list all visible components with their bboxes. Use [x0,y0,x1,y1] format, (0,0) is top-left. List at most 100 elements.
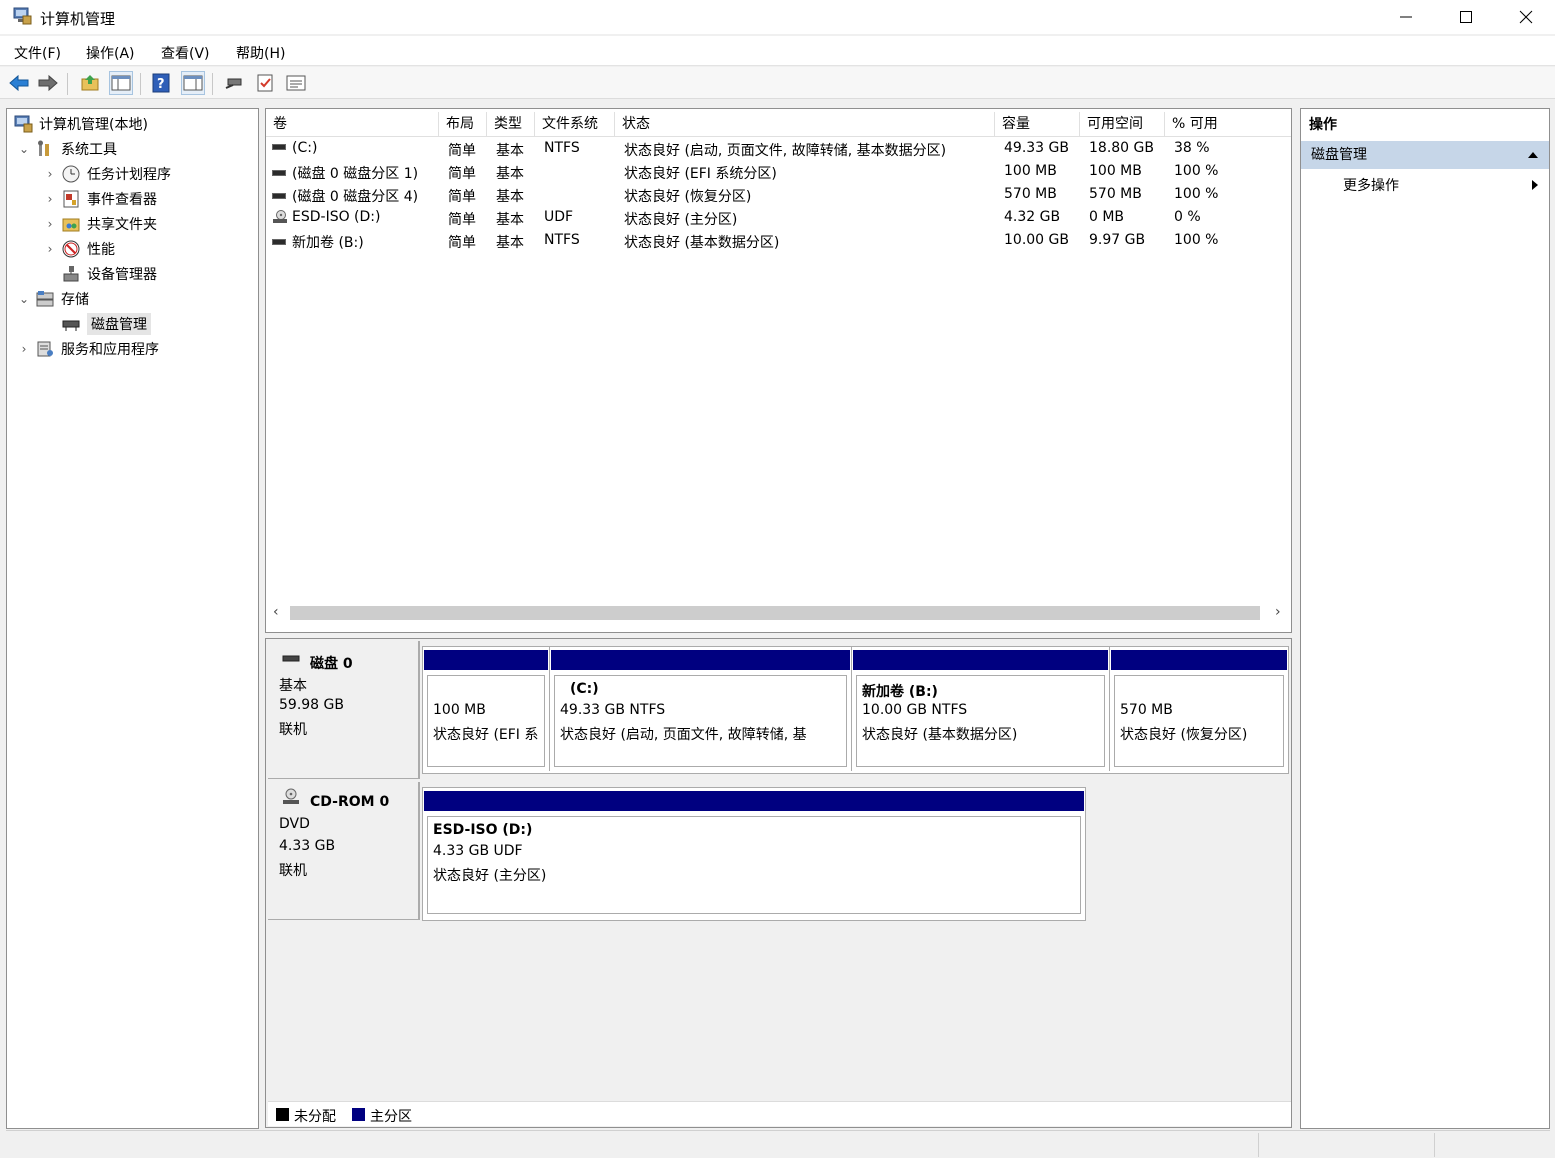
partition-recovery[interactable]: 570 MB 状态良好 (恢复分区) [1110,647,1288,771]
tree-item-task-scheduler[interactable]: › 任务计划程序 [43,162,171,186]
column-header-percent-free[interactable]: % 可用 [1165,112,1291,137]
partition-status: 状态良好 (EFI 系 [433,727,539,743]
minimize-button[interactable] [1376,0,1436,34]
legend-swatch-unallocated [276,1108,289,1121]
show-actions-button[interactable] [181,71,205,95]
cdrom-0-type: DVD [279,816,310,832]
tree-label: 存储 [61,292,89,308]
tree-item-device-manager[interactable]: 设备管理器 [61,262,157,286]
column-header-free-space[interactable]: 可用空间 [1080,112,1165,137]
cdrom-0-label[interactable]: CD-ROM 0 DVD 4.33 GB 联机 [268,782,420,920]
scrollbar-thumb[interactable] [290,606,1260,620]
properties-button[interactable] [253,71,277,95]
tree-label: 任务计划程序 [87,167,171,183]
volume-layout: 简单 [448,235,476,251]
tree-item-performance[interactable]: › 性能 [43,237,115,261]
volume-fs: NTFS [544,232,580,248]
menu-view[interactable]: 查看(V) [161,43,210,63]
volume-free: 9.97 GB [1089,232,1146,248]
partition-efi[interactable]: 100 MB 状态良好 (EFI 系 [423,647,550,771]
volume-status: 状态良好 (启动, 页面文件, 故障转储, 基本数据分区) [624,143,947,159]
tools-icon [38,140,49,156]
tree-item-root[interactable]: 计算机管理(本地) [13,112,148,136]
up-folder-icon [81,75,99,91]
cd-drive-icon [283,788,299,804]
back-button[interactable] [7,71,31,95]
tree-item-storage[interactable]: ⌄ 存储 [17,287,89,311]
menu-file[interactable]: 文件(F) [14,43,61,63]
more-actions-item[interactable]: 更多操作 [1343,175,1399,195]
tree-item-shared-folders[interactable]: › 共享文件夹 [43,212,157,236]
chevron-down-icon[interactable]: ⌄ [17,292,31,306]
table-row[interactable]: (C:) 简单 基本 NTFS 状态良好 (启动, 页面文件, 故障转储, 基本… [266,138,1291,161]
chevron-right-icon[interactable]: › [43,242,57,256]
column-header-volume[interactable]: 卷 [266,112,439,137]
partition-bar [853,650,1108,670]
volume-status: 状态良好 (主分区) [624,212,738,228]
table-row[interactable]: 新加卷 (B:) 简单 基本 NTFS 状态良好 (基本数据分区) 10.00 … [266,230,1291,253]
disk-0-type: 基本 [279,678,307,694]
menu-action[interactable]: 操作(A) [86,43,135,63]
column-header-layout[interactable]: 布局 [439,112,487,137]
partition-b[interactable]: 新加卷 (B:) 10.00 GB NTFS 状态良好 (基本数据分区) [852,647,1110,771]
menu-bar: 文件(F) 操作(A) 查看(V) 帮助(H) [0,36,1555,66]
disk-icon [282,655,300,662]
connect-button[interactable] [222,71,246,95]
show-tree-button[interactable] [109,71,133,95]
show-tree-icon [111,75,131,91]
partition-c[interactable]: (C:) 49.33 GB NTFS 状态良好 (启动, 页面文件, 故障转储,… [550,647,852,771]
legend-label-primary: 主分区 [370,1109,412,1125]
column-header-type[interactable]: 类型 [487,112,535,137]
collapse-up-icon[interactable] [1527,151,1539,159]
table-row[interactable]: (磁盘 0 磁盘分区 4) 简单 基本 状态良好 (恢复分区) 570 MB 5… [266,184,1291,207]
actions-pane: 操作 磁盘管理 更多操作 [1300,108,1550,1129]
partition-box: 570 MB 状态良好 (恢复分区) [1114,675,1284,767]
legend-label-unallocated: 未分配 [294,1109,336,1125]
column-header-filesystem[interactable]: 文件系统 [535,112,615,137]
table-row[interactable]: (磁盘 0 磁盘分区 1) 简单 基本 状态良好 (EFI 系统分区) 100 … [266,161,1291,184]
chevron-right-icon[interactable]: › [43,167,57,181]
close-button[interactable] [1496,0,1555,34]
disk-0-label[interactable]: 磁盘 0 基本 59.98 GB 联机 [268,641,420,779]
partition-bar [1111,650,1287,670]
chevron-right-icon[interactable]: › [17,342,31,356]
scroll-left-icon[interactable]: ‹ [273,604,279,620]
volume-icon [272,169,286,176]
actions-section-disk-management[interactable]: 磁盘管理 [1301,141,1549,169]
forward-button[interactable] [36,71,60,95]
scroll-right-icon[interactable]: › [1275,604,1281,620]
tree-item-event-viewer[interactable]: › 事件查看器 [43,187,157,211]
volume-free: 0 MB [1089,209,1125,225]
up-folder-button[interactable] [78,71,102,95]
partition-status: 状态良好 (基本数据分区) [862,727,1018,743]
menu-help[interactable]: 帮助(H) [236,43,285,63]
list-view-button[interactable] [284,71,308,95]
more-actions-label: 更多操作 [1343,178,1399,194]
clock-icon [62,165,80,183]
volume-capacity: 570 MB [1004,186,1057,202]
minimize-icon [1400,16,1412,18]
tree-item-services-apps[interactable]: › 服务和应用程序 [17,337,159,361]
tree-item-system-tools[interactable]: ⌄ 系统工具 [17,137,117,161]
cdrom-0-title: CD-ROM 0 [310,794,390,810]
disk-0-title: 磁盘 0 [310,656,353,672]
volume-percent-free: 100 % [1174,163,1219,179]
partition-box: (C:) 49.33 GB NTFS 状态良好 (启动, 页面文件, 故障转储,… [554,675,847,767]
back-icon [9,74,29,92]
volume-name: (磁盘 0 磁盘分区 1) [292,166,419,182]
table-row[interactable]: ESD-ISO (D:) 简单 基本 UDF 状态良好 (主分区) 4.32 G… [266,207,1291,230]
submenu-arrow-icon[interactable] [1531,179,1539,191]
tree-item-disk-management[interactable]: 磁盘管理 [61,312,151,336]
tree-label: 计算机管理(本地) [39,117,148,133]
column-header-status[interactable]: 状态 [615,112,995,137]
maximize-button[interactable] [1436,0,1496,34]
column-header-capacity[interactable]: 容量 [995,112,1080,137]
chevron-down-icon[interactable]: ⌄ [17,142,31,156]
volume-free: 18.80 GB [1089,140,1154,156]
help-button[interactable]: ? [149,71,173,95]
volume-capacity: 100 MB [1004,163,1057,179]
chevron-right-icon[interactable]: › [43,192,57,206]
partition-d[interactable]: ESD-ISO (D:) 4.33 GB UDF 状态良好 (主分区) [423,788,1085,918]
chevron-right-icon[interactable]: › [43,217,57,231]
horizontal-scrollbar[interactable]: ‹ › [266,603,1291,623]
